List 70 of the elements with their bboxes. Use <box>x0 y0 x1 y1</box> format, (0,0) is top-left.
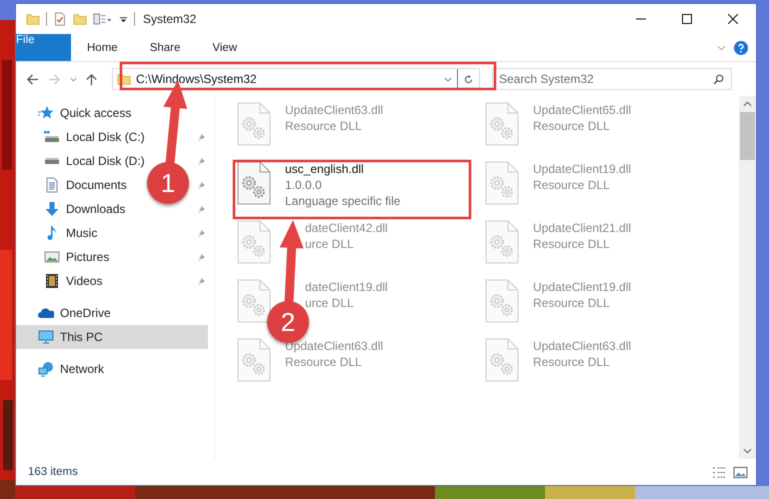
nav-item[interactable]: Music <box>44 221 98 245</box>
film-icon <box>44 273 60 289</box>
file-detail: Resource DLL <box>285 118 363 134</box>
scroll-thumb[interactable] <box>740 112 755 160</box>
file-name[interactable]: usc_english.dll <box>285 161 400 177</box>
nav-item[interactable]: Pictures <box>44 245 110 269</box>
refresh-icon[interactable] <box>463 74 474 84</box>
properties-icon[interactable] <box>93 12 113 26</box>
file-gears-icon[interactable] <box>237 161 271 205</box>
file-gears-icon[interactable] <box>237 279 271 323</box>
scroll-down-icon[interactable] <box>743 448 752 454</box>
nav-item[interactable]: Local Disk (C:) <box>44 125 145 149</box>
file-detail: 1.0.0.0 <box>285 177 323 193</box>
file-detail: Resource DLL <box>533 295 611 311</box>
file-detail: Resource DLL <box>533 118 611 134</box>
dropdown-icon[interactable] <box>444 76 452 82</box>
folder-icon[interactable] <box>26 12 40 26</box>
pin-icon[interactable] <box>197 156 206 166</box>
pin-icon[interactable] <box>197 180 206 190</box>
file-detail: urce DLL <box>305 236 355 252</box>
nav-item[interactable]: Network <box>16 357 208 381</box>
file-detail: Resource DLL <box>533 236 611 252</box>
file-menu-button[interactable]: File <box>16 34 71 61</box>
item-count: 163 items <box>28 466 78 478</box>
nav-item[interactable]: Downloads <box>44 197 126 221</box>
checklist-icon[interactable] <box>53 12 67 26</box>
nav-item[interactable]: Quick access <box>16 101 208 125</box>
drive-icon <box>44 157 60 165</box>
network-icon <box>38 361 54 377</box>
new-folder-icon[interactable] <box>73 12 87 26</box>
forward-arrow-icon[interactable] <box>48 72 61 86</box>
up-arrow-icon[interactable] <box>85 72 98 86</box>
file-detail: Resource DLL <box>533 177 611 193</box>
nav-item[interactable]: Videos <box>44 269 102 293</box>
expand-ribbon-icon[interactable] <box>717 44 726 50</box>
customize-icon[interactable] <box>119 14 128 24</box>
nav-item[interactable]: Local Disk (D:) <box>44 149 145 173</box>
recent-locations-icon[interactable] <box>70 76 77 82</box>
window-title: System32 <box>143 12 196 26</box>
star-icon <box>38 105 54 121</box>
file-detail: Resource DLL <box>533 354 611 370</box>
search-field[interactable]: Search System32 <box>492 68 732 90</box>
help-icon[interactable] <box>734 40 748 54</box>
back-arrow-icon[interactable] <box>26 72 39 86</box>
nav-item[interactable]: OneDrive <box>16 301 208 325</box>
minimize-icon <box>636 18 646 20</box>
picture-icon <box>44 249 60 265</box>
scrollbar[interactable] <box>739 96 756 459</box>
nav-item[interactable]: This PC <box>16 325 208 349</box>
pin-icon[interactable] <box>197 228 206 238</box>
large-icons-view-icon[interactable] <box>733 466 748 478</box>
address-bar[interactable]: C:\Windows\System32 <box>112 68 480 90</box>
drive-icon <box>44 129 60 145</box>
file-detail: Language specific file <box>285 193 400 209</box>
maximize-icon <box>682 14 692 24</box>
pin-icon[interactable] <box>197 276 206 286</box>
search-icon <box>713 74 724 84</box>
pin-icon[interactable] <box>197 252 206 262</box>
scroll-up-icon[interactable] <box>743 101 752 107</box>
download-arrow-icon <box>44 201 60 217</box>
nav-item[interactable]: Documents <box>44 173 127 197</box>
details-view-icon[interactable] <box>712 466 727 478</box>
file-detail: Resource DLL <box>285 354 363 370</box>
address-path: C:\Windows\System32 <box>136 72 258 86</box>
document-icon <box>44 177 60 193</box>
monitor-icon <box>38 329 54 345</box>
pin-icon[interactable] <box>197 204 206 214</box>
close-icon <box>728 14 738 24</box>
file-detail: urce DLL <box>305 295 355 311</box>
pin-icon[interactable] <box>197 132 206 142</box>
